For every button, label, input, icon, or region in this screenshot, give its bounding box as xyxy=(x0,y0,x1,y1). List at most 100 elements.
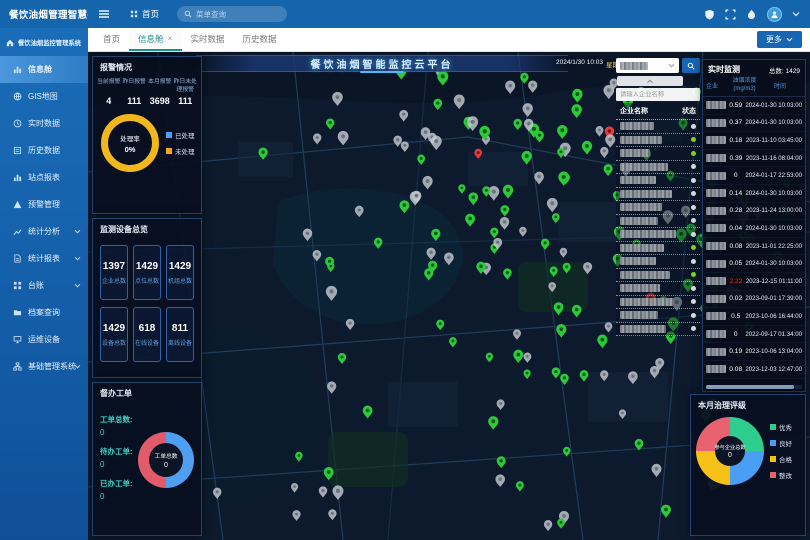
sidebar-item-GIS地图[interactable]: GIS地图 xyxy=(0,83,88,110)
scrollbar-thumb[interactable] xyxy=(706,385,794,389)
sidebar-item-历史数据[interactable]: 历史数据 xyxy=(0,137,88,164)
concentration-value: 0.04 xyxy=(726,225,745,232)
blurred-company-name xyxy=(706,365,726,373)
grid-icon xyxy=(130,10,138,18)
blurred-company-name xyxy=(620,163,668,171)
company-search-button[interactable] xyxy=(682,58,700,73)
reading-time: 2024-01-30 10:03:00 xyxy=(745,225,802,232)
legend-label: 整改 xyxy=(779,470,792,480)
menu-search[interactable] xyxy=(177,6,287,22)
realtime-row[interactable]: 0.042024-01-30 10:03:00 xyxy=(703,220,805,238)
device-stat-label: 企业总数 xyxy=(102,276,126,285)
device-stat-cell: 1429机组总数 xyxy=(166,245,194,300)
company-name-input[interactable] xyxy=(620,91,696,98)
company-list-item[interactable] xyxy=(616,296,700,310)
reading-time: 2023-11-24 13:00:00 xyxy=(746,207,802,214)
sidebar-item-统计分析[interactable]: 统计分析 xyxy=(0,218,88,245)
company-list-item[interactable] xyxy=(616,282,700,296)
sidebar-section-header[interactable]: 餐饮油烟监控管理系统 xyxy=(0,28,88,56)
sidebar-item-label: 站点报表 xyxy=(28,172,60,183)
company-list-item[interactable] xyxy=(616,242,700,256)
realtime-row[interactable]: 0.182023-11-10 03:45:00 xyxy=(703,132,805,150)
company-list-item[interactable] xyxy=(616,255,700,269)
blurred-company-name xyxy=(706,242,726,250)
realtime-row[interactable]: 2.222023-12-15 01:11:00 xyxy=(703,273,805,291)
collapse-button[interactable] xyxy=(617,76,683,86)
chevron-down-icon xyxy=(74,229,81,234)
tab-首页[interactable]: 首页 xyxy=(94,28,129,51)
breadcrumb[interactable]: 首页 xyxy=(130,8,159,20)
sidebar-item-label: GIS地图 xyxy=(28,91,58,102)
topbar: 餐饮油烟管理智慧平台 首页 xyxy=(0,0,810,28)
realtime-row[interactable]: 0.052024-01-30 10:03:00 xyxy=(703,255,805,273)
realtime-row[interactable]: 0.392023-11-16 08:04:00 xyxy=(703,150,805,168)
sidebar-item-档案查询[interactable]: 档案查询 xyxy=(0,299,88,326)
company-list-item[interactable] xyxy=(616,134,700,148)
company-list-item[interactable] xyxy=(616,323,700,337)
realtime-row[interactable]: 0.022023-09-01 17:39:00 xyxy=(703,291,805,309)
company-name-field[interactable] xyxy=(616,88,700,101)
company-list-item[interactable] xyxy=(616,174,700,188)
realtime-row[interactable]: 0.372024-01-30 10:03:00 xyxy=(703,115,805,133)
company-list-item[interactable] xyxy=(616,215,700,229)
avatar[interactable] xyxy=(767,7,782,22)
tab-历史数据[interactable]: 历史数据 xyxy=(234,28,286,51)
company-list-item[interactable] xyxy=(616,228,700,242)
company-list-item[interactable] xyxy=(616,269,700,283)
device-stat-value: 618 xyxy=(139,323,156,334)
company-status-header: 状态 xyxy=(682,106,696,116)
company-search-overlay: 企业名称 状态 xyxy=(616,58,700,336)
concentration-value: 0.59 xyxy=(726,102,745,109)
workorder-stat: 工单总数:0 xyxy=(100,414,133,437)
realtime-row[interactable]: 0.52023-10-06 16:44:00 xyxy=(703,308,805,326)
blurred-company-name xyxy=(620,230,676,238)
realtime-row[interactable]: 0.592024-01-30 10:03:00 xyxy=(703,97,805,115)
flame-icon[interactable] xyxy=(746,9,757,20)
tab-label: 实时数据 xyxy=(191,33,225,45)
menu-search-input[interactable] xyxy=(196,10,276,19)
sidebar-item-台账[interactable]: 台账 xyxy=(0,272,88,299)
blurred-company-name xyxy=(620,284,660,292)
sidebar-item-预警管理[interactable]: 预警管理 xyxy=(0,191,88,218)
company-list-item[interactable] xyxy=(616,120,700,134)
sidebar-item-信息舱[interactable]: 信息舱 xyxy=(0,56,88,83)
device-stat-cell: 811离线设备 xyxy=(166,307,194,362)
legend-label: 未处理 xyxy=(175,146,195,156)
company-list-item[interactable] xyxy=(616,147,700,161)
shield-icon[interactable] xyxy=(704,9,715,20)
workorder-donut: 工单总数 0 xyxy=(138,432,194,488)
concentration-value: 0.18 xyxy=(726,137,746,144)
chevron-down-icon xyxy=(74,256,81,261)
sidebar-item-站点报表[interactable]: 站点报表 xyxy=(0,164,88,191)
realtime-row[interactable]: 0.282023-11-24 13:00:00 xyxy=(703,203,805,221)
more-button[interactable]: 更多 xyxy=(757,31,802,48)
sidebar-item-统计报表[interactable]: 统计报表 xyxy=(0,245,88,272)
company-list-item[interactable] xyxy=(616,309,700,323)
blurred-company-name xyxy=(620,136,662,144)
sidebar-item-运维设备[interactable]: 运维设备 xyxy=(0,326,88,353)
rating-panel-title: 本月治理评级 xyxy=(691,395,805,414)
company-select[interactable] xyxy=(616,58,679,73)
company-list-item[interactable] xyxy=(616,161,700,175)
tab-实时数据[interactable]: 实时数据 xyxy=(182,28,234,51)
tab-close-icon[interactable]: × xyxy=(168,34,173,43)
chevron-down-icon[interactable] xyxy=(792,11,800,17)
realtime-row[interactable]: 02022-09-17 01:34:00 xyxy=(703,326,805,344)
sidebar-item-基础管理系统[interactable]: 基础管理系统 xyxy=(0,353,88,380)
company-list-item[interactable] xyxy=(616,201,700,215)
realtime-row[interactable]: 0.142024-01-30 10:03:00 xyxy=(703,185,805,203)
company-list-item[interactable] xyxy=(616,188,700,202)
device-stat-label: 点位总数 xyxy=(135,276,159,285)
fullscreen-icon[interactable] xyxy=(725,9,736,20)
realtime-row[interactable]: 0.082023-11-01 22:25:00 xyxy=(703,238,805,256)
alarm-stat: 昨日报警111 xyxy=(122,79,148,106)
realtime-row[interactable]: 02024-01-17 22:53:00 xyxy=(703,167,805,185)
realtime-row[interactable]: 0.192023-10-06 13:04:00 xyxy=(703,343,805,361)
sidebar-item-实时数据[interactable]: 实时数据 xyxy=(0,110,88,137)
concentration-value: 0.08 xyxy=(726,366,745,373)
realtime-row[interactable]: 0.082023-12-03 12:47:00 xyxy=(703,361,805,379)
hamburger-menu-icon[interactable] xyxy=(98,9,110,19)
tab-信息舱[interactable]: 信息舱× xyxy=(129,28,181,51)
blurred-company-name xyxy=(620,257,656,265)
status-dot-offline xyxy=(691,218,696,223)
